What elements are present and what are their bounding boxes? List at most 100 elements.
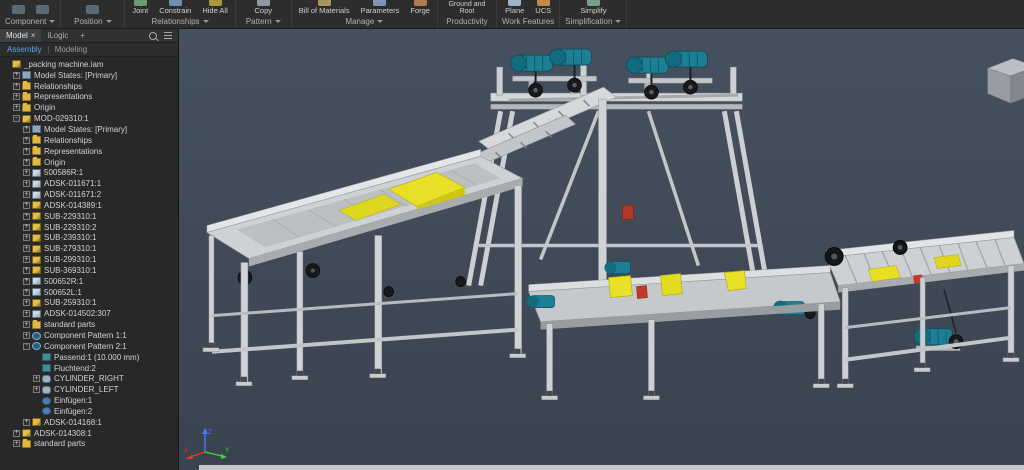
expand-icon[interactable]: + <box>13 71 20 79</box>
expand-icon[interactable]: + <box>23 169 30 177</box>
expand-icon[interactable]: + <box>23 125 30 133</box>
viewport-3d[interactable]: X Y Z <box>179 29 1024 470</box>
ribbon-group-label-manage[interactable]: Manage <box>297 15 432 27</box>
expand-icon[interactable]: + <box>23 136 30 144</box>
ribbon-button-copy[interactable]: Copy <box>252 0 274 15</box>
expand-icon[interactable]: + <box>23 332 30 340</box>
expand-icon[interactable]: + <box>23 180 30 188</box>
ribbon-group-label-productivity[interactable]: Productivity <box>443 15 491 27</box>
expand-icon[interactable]: + <box>23 321 30 329</box>
add-tab-button[interactable]: + <box>74 29 91 42</box>
bottom-scrollbar[interactable] <box>199 465 1024 470</box>
tree-item-relationships[interactable]: + Relationships <box>0 135 178 146</box>
expand-icon[interactable]: + <box>23 418 30 426</box>
tree-item-origin[interactable]: + Origin <box>0 157 178 168</box>
tree-item-passend-1-10-000-mm[interactable]: Passend:1 (10.000 mm) <box>0 352 178 363</box>
tree-item-500586r-1[interactable]: +500586R:1 <box>0 167 178 178</box>
subtab-assembly[interactable]: Assembly <box>7 45 42 54</box>
tree-item-sub-239310-1[interactable]: + SUB-239310:1 <box>0 233 178 244</box>
search-icon[interactable] <box>149 31 157 40</box>
tree-item-component-pattern-1-1[interactable]: + Component Pattern 1:1 <box>0 330 178 341</box>
tree-item-cylinder-right[interactable]: + CYLINDER_RIGHT <box>0 373 178 384</box>
tree-item-sub-229310-2[interactable]: + SUB-229310:2 <box>0 222 178 233</box>
tree-item-sub-259310-1[interactable]: + SUB-259310:1 <box>0 298 178 309</box>
tree-item-model-states-primary[interactable]: + Model States: [Primary] <box>0 124 178 135</box>
expand-icon[interactable]: + <box>23 158 30 166</box>
expand-icon[interactable]: + <box>13 93 20 101</box>
tree-item-representations[interactable]: + Representations <box>0 146 178 157</box>
right-conveyor[interactable] <box>824 230 1024 387</box>
tree-item-adsk-014502-307[interactable]: + ADSK-014502:307 <box>0 308 178 319</box>
left-conveyor[interactable] <box>206 148 524 384</box>
tree-item-packing-machine-iam[interactable]: _packing machine.iam <box>0 59 178 70</box>
expand-icon[interactable]: + <box>23 288 30 296</box>
tree-item-sub-299310-1[interactable]: + SUB-299310:1 <box>0 254 178 265</box>
tree-item-model-states-primary[interactable]: + Model States: [Primary] <box>0 70 178 81</box>
tree-item-standard-parts[interactable]: + standard parts <box>0 438 178 450</box>
collapse-icon[interactable]: - <box>13 115 20 123</box>
tree-item-mod-029310-1[interactable]: - MOD-029310:1 <box>0 113 178 124</box>
tree-item-fluchtend-2[interactable]: Fluchtend:2 <box>0 363 178 374</box>
tree-item-standard-parts[interactable]: + standard parts <box>0 319 178 330</box>
ribbon-button-place-icon[interactable] <box>10 0 27 15</box>
tree-item-adsk-014389-1[interactable]: + ADSK-014389:1 <box>0 200 178 211</box>
top-drive-motors[interactable] <box>510 48 713 100</box>
ribbon-group-label-simplification[interactable]: Simplification <box>565 15 622 27</box>
tree-item-einf-gen-1[interactable]: Einfügen:1 <box>0 395 178 406</box>
expand-icon[interactable]: + <box>23 201 30 209</box>
tree-item-adsk-011671-2[interactable]: + ADSK-011671:2 <box>0 189 178 200</box>
tree-item-component-pattern-2-1[interactable]: - Component Pattern 2:1 <box>0 341 178 352</box>
tree-item-representations[interactable]: + Representations <box>0 91 178 103</box>
expand-icon[interactable]: + <box>23 234 30 242</box>
viewcube[interactable] <box>980 49 1024 107</box>
ribbon-button-plane[interactable]: Plane <box>503 0 526 15</box>
tree-item-origin[interactable]: + Origin <box>0 102 178 113</box>
tree-item-einf-gen-2[interactable]: Einfügen:2 <box>0 406 178 417</box>
tab-ilogic[interactable]: iLogic <box>41 29 74 42</box>
expand-icon[interactable]: + <box>13 104 20 112</box>
ribbon-group-label-component[interactable]: Component <box>5 15 56 27</box>
tree-item-adsk-014168-1[interactable]: + ADSK-014168:1 <box>0 417 178 428</box>
menu-icon[interactable] <box>164 35 172 36</box>
tree-item-sub-279310-1[interactable]: + SUB-279310:1 <box>0 243 178 254</box>
expand-icon[interactable]: + <box>23 191 30 199</box>
expand-icon[interactable]: + <box>23 266 30 274</box>
expand-icon[interactable]: + <box>13 82 20 90</box>
ribbon-group-label-relationships[interactable]: Relationships <box>130 15 229 27</box>
expand-icon[interactable]: + <box>23 245 30 253</box>
expand-icon[interactable]: + <box>33 375 40 383</box>
expand-icon[interactable]: + <box>23 310 30 318</box>
ribbon-group-label-position[interactable]: Position <box>66 15 119 27</box>
close-icon[interactable]: × <box>31 31 36 40</box>
expand-icon[interactable]: + <box>23 147 30 155</box>
ribbon-button-constrain[interactable]: Constrain <box>157 0 193 15</box>
ribbon-button-ground-and-root[interactable]: Ground and Root <box>443 0 491 15</box>
tree-item-500652r-1[interactable]: +500652R:1 <box>0 276 178 287</box>
middle-conveyor[interactable] <box>526 265 841 399</box>
ribbon-group-label-work-features[interactable]: Work Features <box>502 15 554 27</box>
3d-model-packing-machine[interactable] <box>179 29 1024 470</box>
collapse-icon[interactable]: - <box>23 342 30 350</box>
tree-item-500652l-1[interactable]: +500652L:1 <box>0 287 178 298</box>
ribbon-button-simplify[interactable]: Simplify <box>578 0 608 15</box>
ribbon-group-label-pattern[interactable]: Pattern <box>241 15 286 27</box>
expand-icon[interactable]: + <box>33 386 40 394</box>
ribbon-button-ucs[interactable]: UCS <box>533 0 553 15</box>
tree-item-adsk-011671-1[interactable]: + ADSK-011671:1 <box>0 178 178 189</box>
tree-item-adsk-014308-1[interactable]: + ADSK-014308:1 <box>0 428 178 439</box>
tab-model[interactable]: Model × <box>0 29 42 42</box>
subtab-modeling[interactable]: Modeling <box>55 45 87 54</box>
ribbon-button-forge[interactable]: Forge <box>408 0 432 15</box>
expand-icon[interactable]: + <box>23 277 30 285</box>
ribbon-button-bill-of-materials[interactable]: Bill of Materials <box>297 0 352 15</box>
ribbon-button-create-icon[interactable] <box>34 0 51 15</box>
expand-icon[interactable]: + <box>23 223 30 231</box>
tree-item-sub-369310-1[interactable]: + SUB-369310:1 <box>0 265 178 276</box>
ribbon-button-joint[interactable]: Joint <box>130 0 150 15</box>
expand-icon[interactable]: + <box>23 299 30 307</box>
expand-icon[interactable]: + <box>13 440 20 448</box>
expand-icon[interactable]: + <box>23 256 30 264</box>
expand-icon[interactable]: + <box>23 212 30 220</box>
ribbon-button-position-icon[interactable] <box>84 0 101 15</box>
ribbon-button-parameters[interactable]: Parameters <box>359 0 402 15</box>
